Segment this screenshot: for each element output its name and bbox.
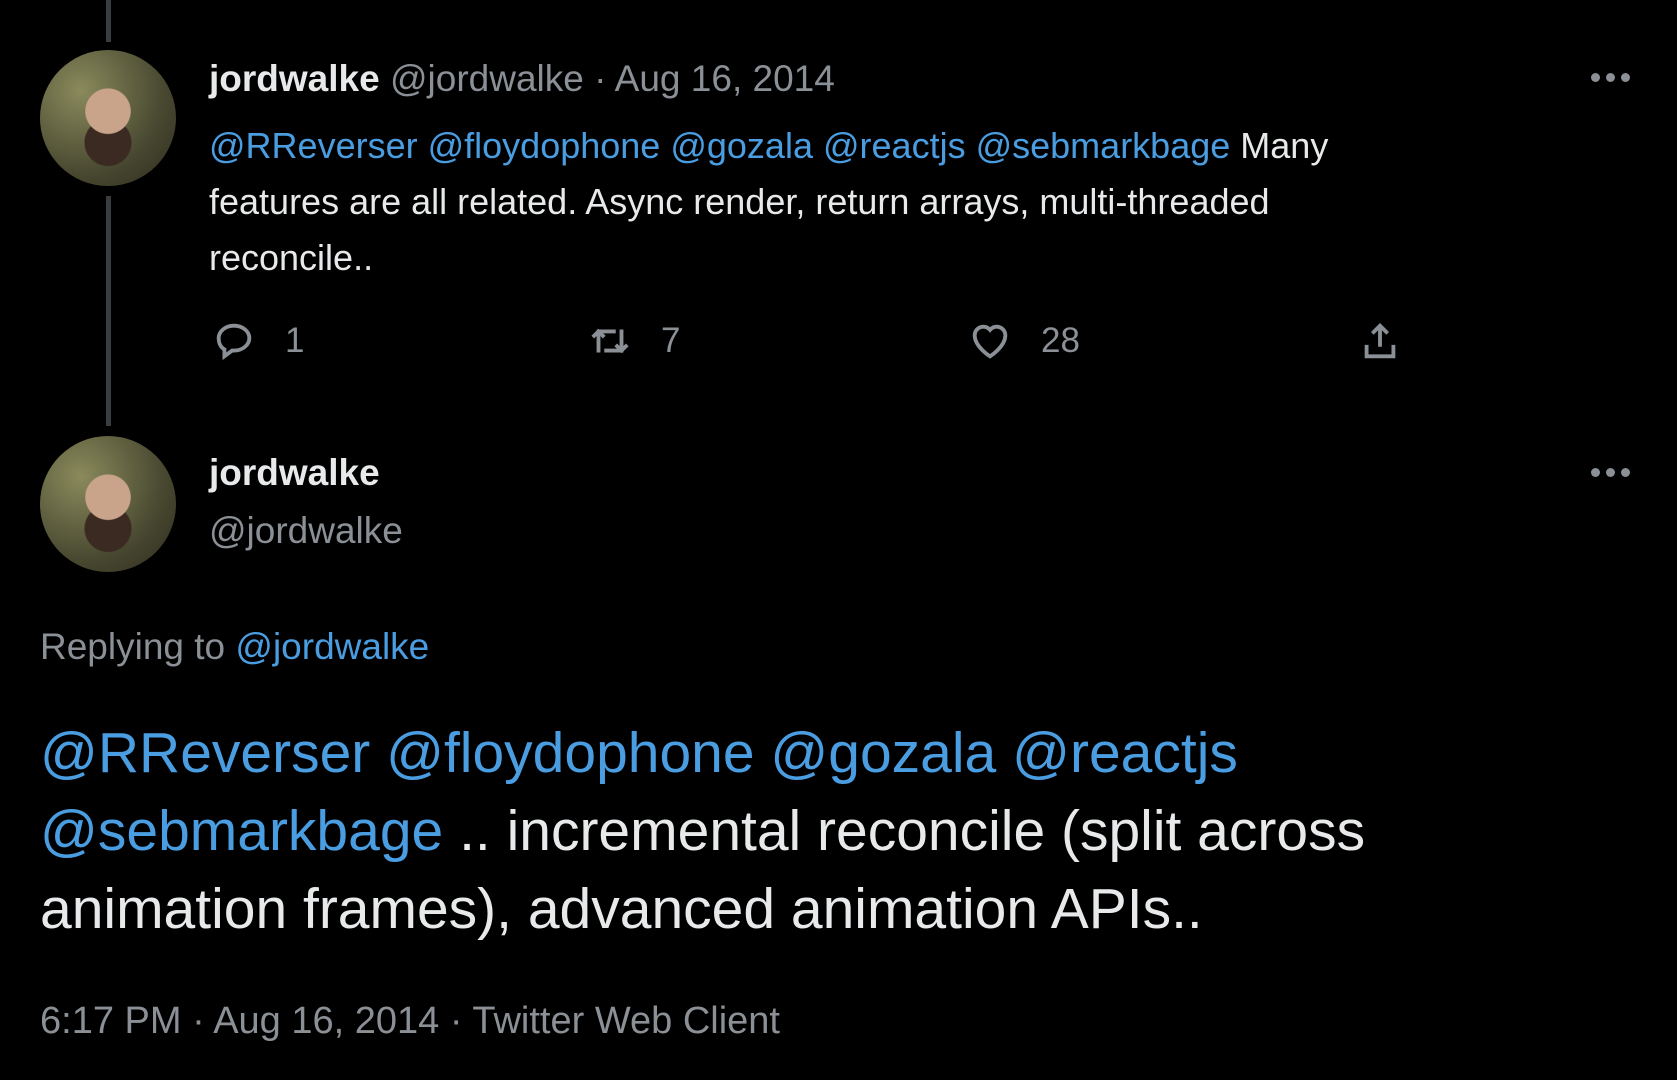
tweet-text: animation frames), advanced animation AP… xyxy=(40,877,1203,941)
mention-link[interactable]: @floydophone xyxy=(386,721,754,785)
mention-link[interactable]: @gozala xyxy=(770,721,996,785)
tweet-text: features are all related. Async render, … xyxy=(209,181,1270,222)
replying-label: Replying to xyxy=(40,626,226,667)
more-options-icon[interactable] xyxy=(1591,73,1630,82)
mention-link[interactable]: @reactjs xyxy=(823,125,966,166)
mention-link[interactable]: @gozala xyxy=(670,125,813,166)
mention-link[interactable]: @sebmarkbage xyxy=(976,125,1231,166)
handle[interactable]: @jordwalke xyxy=(390,58,584,99)
like-count: 28 xyxy=(1041,321,1080,360)
like-button[interactable]: 28 xyxy=(967,318,1080,364)
reply-button[interactable]: 1 xyxy=(211,318,304,364)
replying-to: Replying to @jordwalke xyxy=(40,626,429,668)
tweet-text: Many xyxy=(1240,125,1329,166)
tweet1-header: jordwalke @jordwalke · Aug 16, 2014 xyxy=(209,58,835,100)
retweet-count: 7 xyxy=(661,321,681,360)
share-icon xyxy=(1364,322,1396,359)
thread-line-top xyxy=(106,0,111,42)
handle[interactable]: @jordwalke xyxy=(209,510,403,552)
tweet2-text: @RReverser @floydophone @gozala @reactjs… xyxy=(40,714,1640,948)
mention-link[interactable]: @floydophone xyxy=(428,125,661,166)
thread-line xyxy=(106,196,111,426)
more-options-icon[interactable] xyxy=(1591,468,1630,477)
retweet-icon xyxy=(591,328,629,354)
tweet-text: reconcile.. xyxy=(209,237,374,278)
reply-icon xyxy=(216,323,252,361)
heart-icon xyxy=(972,324,1008,359)
share-button[interactable] xyxy=(1357,318,1403,364)
retweet-button[interactable]: 7 xyxy=(587,318,680,364)
tweet1-text: @RReverser @floydophone @gozala @reactjs… xyxy=(209,118,1609,286)
tweet-date[interactable]: · Aug 16, 2014 xyxy=(594,58,835,99)
avatar[interactable] xyxy=(40,436,176,572)
replying-handle-link[interactable]: @jordwalke xyxy=(235,626,429,667)
mention-link[interactable]: @sebmarkbage xyxy=(40,799,443,863)
mention-link[interactable]: @reactjs xyxy=(1012,721,1238,785)
display-name[interactable]: jordwalke xyxy=(209,452,380,494)
tweet-text: .. incremental reconcile (split across xyxy=(459,799,1366,863)
mention-link[interactable]: @RReverser xyxy=(209,125,418,166)
avatar[interactable] xyxy=(40,50,176,186)
reply-count: 1 xyxy=(285,321,305,360)
display-name[interactable]: jordwalke xyxy=(209,58,380,99)
mention-link[interactable]: @RReverser xyxy=(40,721,370,785)
tweet-timestamp[interactable]: 6:17 PM · Aug 16, 2014 · Twitter Web Cli… xyxy=(40,1000,780,1043)
